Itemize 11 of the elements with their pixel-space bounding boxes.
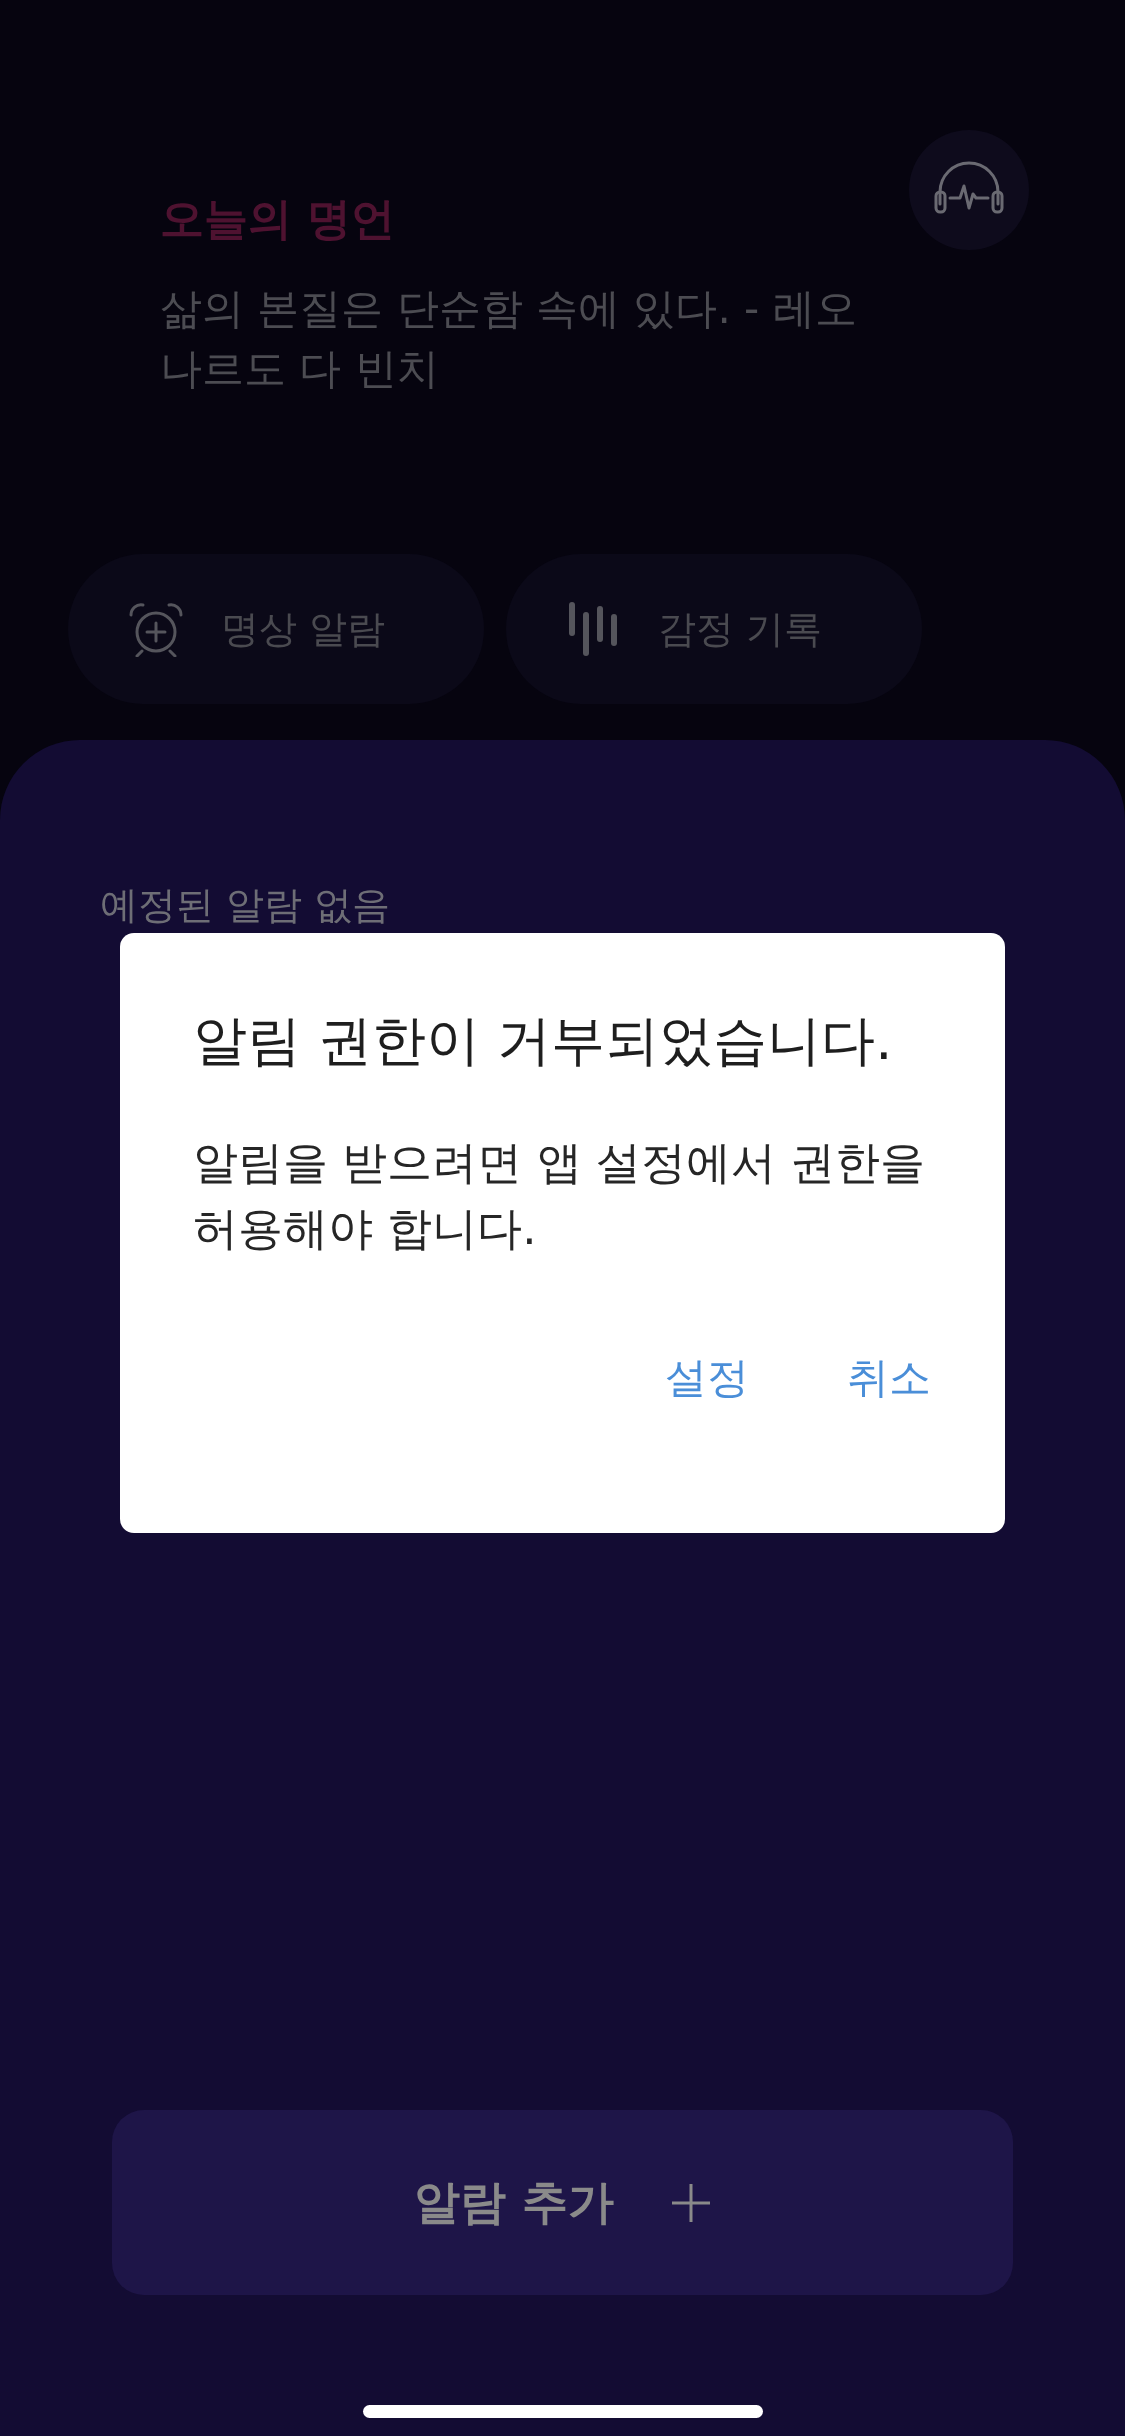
add-alarm-button[interactable]: 알람 추가 [112,2110,1013,2295]
dialog-button[interactable]: 설정 [661,1342,753,1414]
shortcut-button[interactable]: 명상 알람 [68,554,484,704]
empty-alarms-text: 예정된 알람 없음 [100,882,391,929]
quote-text: 삶의 본질은 단순함 속에 있다. - 레오나르도 다 빈치 [160,283,858,395]
dialog-message: 알림을 받으려면 앱 설정에서 권한을 허용해야 합니다. [193,1135,927,1257]
plus-icon [670,2182,711,2223]
quote-title: 오늘의 명언 [160,192,397,246]
dialog-title: 알림 권한이 거부되었습니다. [193,1008,894,1074]
dialog-button[interactable]: 취소 [843,1342,935,1414]
shortcut-button[interactable]: 감정 기록 [506,554,922,704]
